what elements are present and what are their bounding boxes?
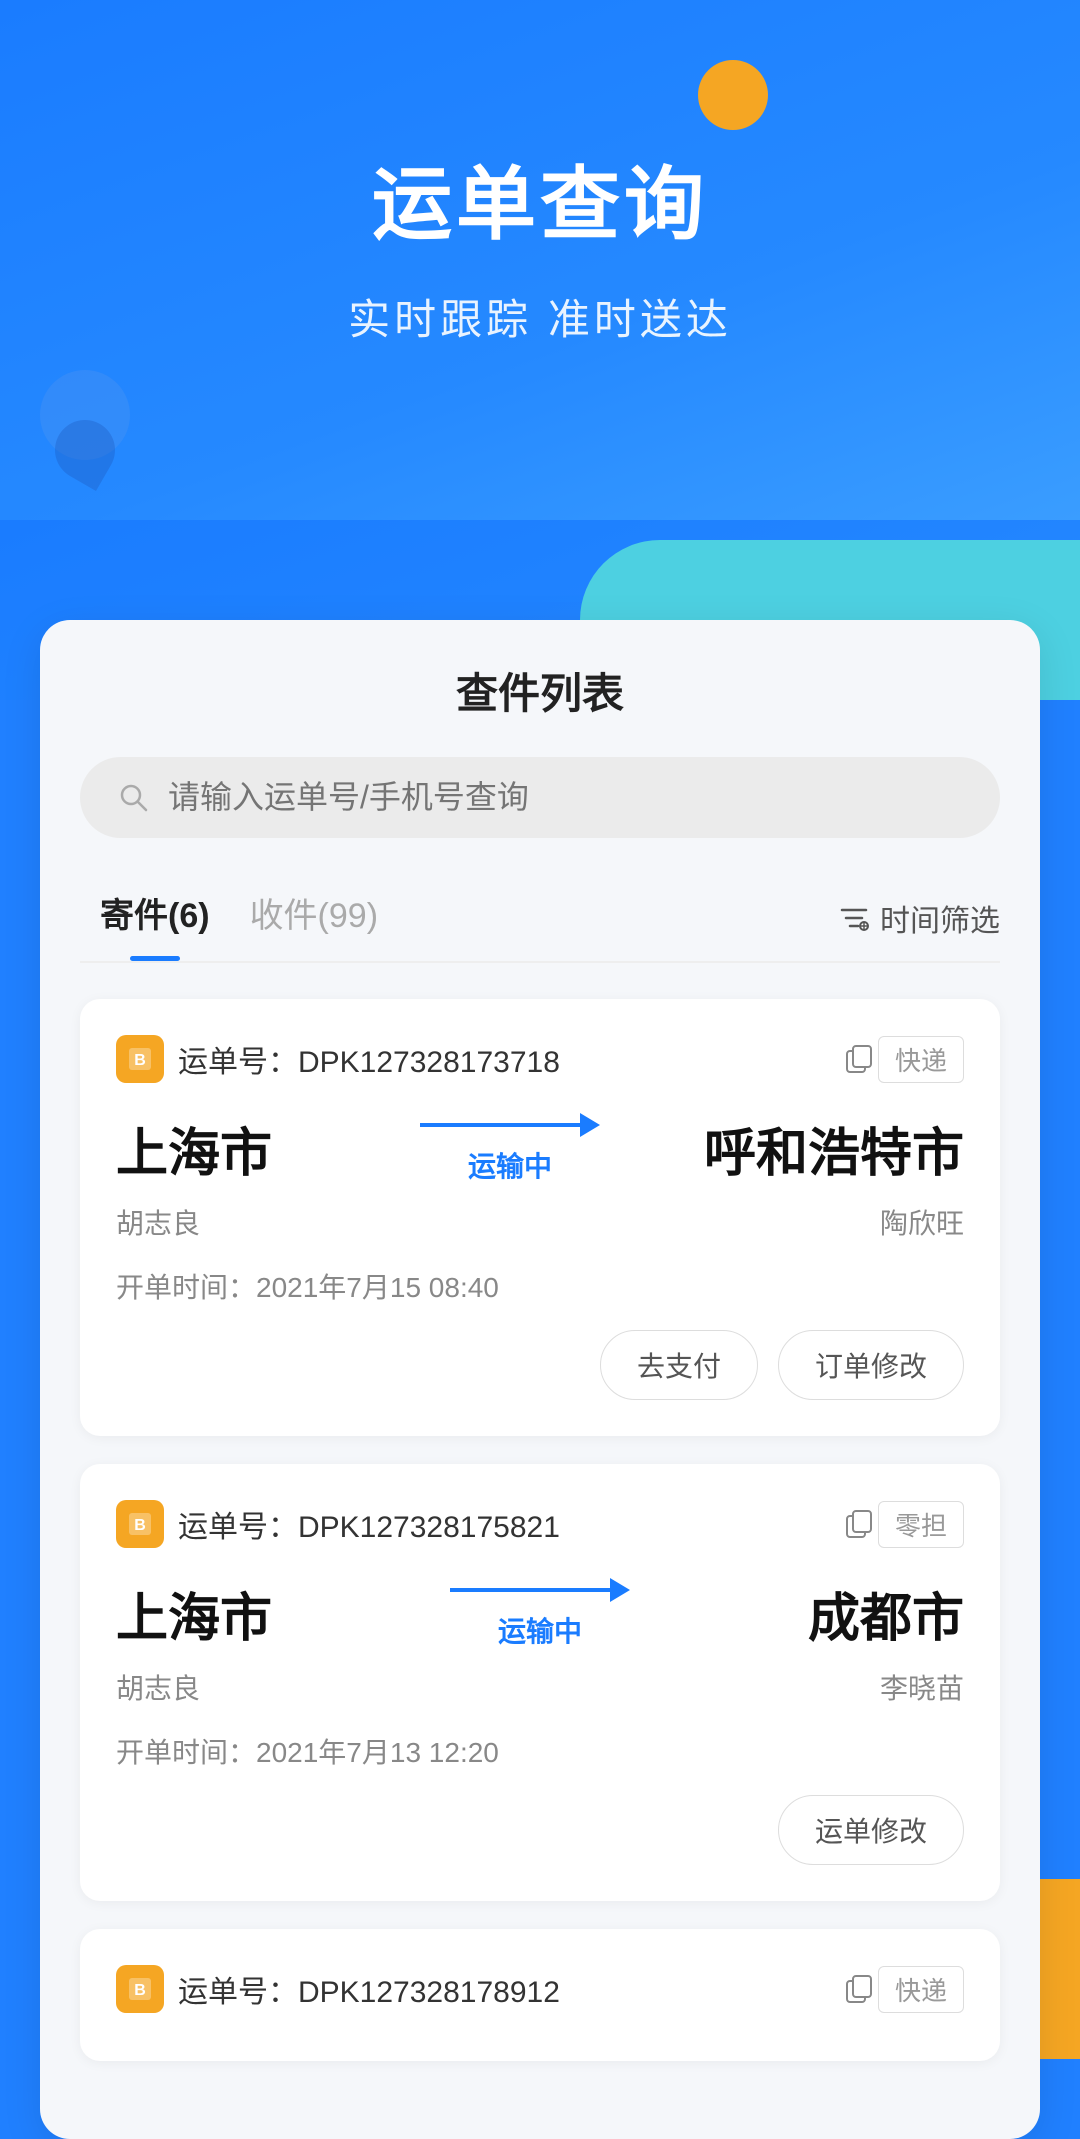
copy-icon-3[interactable] — [842, 1971, 878, 2007]
svg-text:B: B — [134, 1052, 146, 1069]
shipment-card-1: B 运单号：DPK127328173718 快递 上海市 — [80, 999, 1000, 1436]
shipment-actions-2: 运单修改 — [116, 1795, 964, 1865]
route-arrow-1 — [420, 1113, 600, 1137]
route-status-2: 运输中 — [498, 1610, 582, 1650]
shipment-header-3: B 运单号：DPK127328178912 快递 — [116, 1965, 964, 2013]
svg-text:B: B — [134, 1517, 146, 1534]
modify-order-button-1[interactable]: 订单修改 — [778, 1330, 964, 1400]
route-middle-2: 运输中 — [316, 1578, 764, 1650]
order-icon-2: B — [116, 1500, 164, 1548]
shipment-actions-1: 去支付 订单修改 — [116, 1330, 964, 1400]
title-container: 运单查询 — [372, 80, 708, 256]
from-person-2: 胡志良 — [116, 1667, 316, 1707]
arrow-head-1 — [580, 1113, 600, 1137]
to-person-2: 李晓苗 — [764, 1667, 964, 1707]
arrow-line-2 — [450, 1588, 610, 1592]
from-city-1: 上海市 — [116, 1111, 316, 1186]
route-middle-1: 运输中 — [316, 1113, 704, 1185]
order-number-3: 运单号：DPK127328178912 — [178, 1967, 832, 2011]
tabs-row: 寄件(6) 收件(99) 时间筛选 — [80, 878, 1000, 963]
route-row-2: 上海市 运输中 成都市 — [116, 1576, 964, 1651]
filter-label: 时间筛选 — [880, 896, 1000, 940]
hero-section: 运单查询 实时跟踪 准时送达 — [0, 0, 1080, 520]
from-city-2: 上海市 — [116, 1576, 316, 1651]
person-row-1: 胡志良 陶欣旺 — [116, 1202, 964, 1242]
from-person-1: 胡志良 — [116, 1202, 316, 1242]
modify-waybill-button-2[interactable]: 运单修改 — [778, 1795, 964, 1865]
svg-text:B: B — [134, 1982, 146, 1999]
to-person-1: 陶欣旺 — [764, 1202, 964, 1242]
card-title: 查件列表 — [80, 660, 1000, 721]
shipment-card-3: B 运单号：DPK127328178912 快递 — [80, 1929, 1000, 2061]
type-badge-3: 快递 — [878, 1966, 964, 2013]
title-decoration-dot — [698, 60, 768, 130]
shipment-header-2: B 运单号：DPK127328175821 零担 — [116, 1500, 964, 1548]
tab-received[interactable]: 收件(99) — [230, 878, 398, 957]
arrow-line-1 — [420, 1123, 580, 1127]
hero-content: 运单查询 实时跟踪 准时送达 — [0, 80, 1080, 347]
route-arrow-2 — [450, 1578, 630, 1602]
shipment-time-1: 开单时间：2021年7月15 08:40 — [116, 1266, 964, 1306]
app-title: 运单查询 — [372, 140, 708, 256]
shipment-header-1: B 运单号：DPK127328173718 快递 — [116, 1035, 964, 1083]
route-status-1: 运输中 — [468, 1145, 552, 1185]
copy-icon-1[interactable] — [842, 1041, 878, 1077]
filter-icon — [838, 902, 870, 934]
search-icon — [116, 780, 152, 816]
search-bar[interactable] — [80, 757, 1000, 838]
shipment-card-2: B 运单号：DPK127328175821 零担 上海市 — [80, 1464, 1000, 1901]
order-number-1: 运单号：DPK127328173718 — [178, 1037, 832, 1081]
shipment-time-2: 开单时间：2021年7月13 12:20 — [116, 1731, 964, 1771]
order-icon-1: B — [116, 1035, 164, 1083]
app-subtitle: 实时跟踪 准时送达 — [0, 286, 1080, 347]
search-input[interactable] — [168, 779, 964, 816]
type-badge-2: 零担 — [878, 1501, 964, 1548]
tab-sent[interactable]: 寄件(6) — [80, 878, 230, 957]
page-wrapper: 运单查询 实时跟踪 准时送达 查件列表 寄件(6) — [0, 0, 1080, 2139]
route-row-1: 上海市 运输中 呼和浩特市 — [116, 1111, 964, 1186]
arrow-head-2 — [610, 1578, 630, 1602]
type-badge-1: 快递 — [878, 1036, 964, 1083]
person-row-2: 胡志良 李晓苗 — [116, 1667, 964, 1707]
order-number-2: 运单号：DPK127328175821 — [178, 1502, 832, 1546]
content-card: 查件列表 寄件(6) 收件(99) — [40, 620, 1040, 2139]
copy-icon-2[interactable] — [842, 1506, 878, 1542]
time-filter-button[interactable]: 时间筛选 — [838, 896, 1000, 940]
order-icon-3: B — [116, 1965, 164, 2013]
pay-button-1[interactable]: 去支付 — [600, 1330, 758, 1400]
to-city-2: 成都市 — [764, 1576, 964, 1651]
to-city-1: 呼和浩特市 — [704, 1111, 964, 1186]
